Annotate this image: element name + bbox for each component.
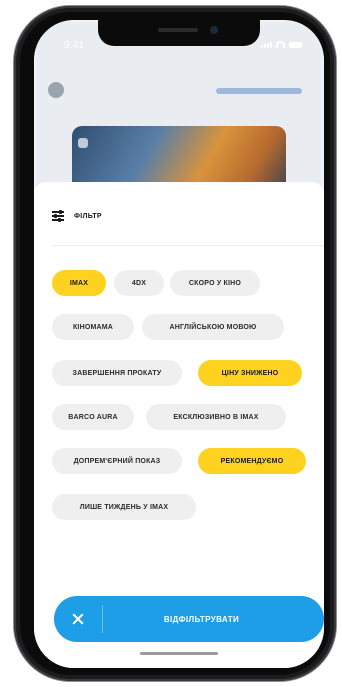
chip-label: КІНОМАМА — [72, 323, 114, 331]
chip-imax-one-week[interactable]: ЛИШЕ ТИЖДЕНЬ У IMAX — [52, 494, 196, 520]
chip-barco-aura[interactable]: BARCO AURA — [52, 404, 134, 430]
speaker-grille — [158, 28, 198, 32]
status-icons — [261, 41, 302, 48]
apply-filter-button[interactable]: ВІДФІЛЬТРУВАТИ — [103, 615, 324, 624]
status-time: 9:41 — [64, 40, 85, 51]
chip-coming-soon[interactable]: СКОРО У КІНО — [170, 270, 260, 296]
chip-label: 4DX — [131, 279, 147, 287]
background-logo-icon — [48, 82, 64, 98]
background-link — [216, 88, 302, 94]
chip-kinomama[interactable]: КІНОМАМА — [52, 314, 134, 340]
chip-label: ДОПРЕМ'ЄРНИЙ ПОКАЗ — [73, 457, 161, 465]
home-indicator — [140, 652, 218, 655]
filter-header: ФІЛЬТР — [52, 210, 102, 222]
phone-screen: 9:41 ФІЛЬТР IMAX 4DX СКОРО У КІНО КІНОМА… — [34, 20, 324, 668]
chip-label: ЕКСКЛЮЗИВНО В IMAX — [173, 413, 259, 421]
chip-recommended[interactable]: РЕКОМЕНДУЄМО — [198, 448, 306, 474]
chip-label: ЛИШЕ ТИЖДЕНЬ У IMAX — [79, 503, 169, 511]
filter-sliders-icon — [52, 210, 64, 222]
chip-exclusive-imax[interactable]: ЕКСКЛЮЗИВНО В IMAX — [146, 404, 286, 430]
chip-discounted[interactable]: ЦІНУ ЗНИЖЕНО — [198, 360, 302, 386]
chip-label: ЦІНУ ЗНИЖЕНО — [221, 369, 279, 377]
apply-filter-bar: ВІДФІЛЬТРУВАТИ — [54, 596, 324, 642]
header-divider — [52, 245, 324, 246]
chip-label: АНГЛІЙСЬКОЮ МОВОЮ — [169, 323, 257, 331]
filter-sheet: ФІЛЬТР IMAX 4DX СКОРО У КІНО КІНОМАМА АН… — [34, 182, 324, 668]
chip-premiere[interactable]: ДОПРЕМ'ЄРНИЙ ПОКАЗ — [52, 448, 182, 474]
notch — [98, 20, 260, 46]
front-camera — [210, 26, 218, 34]
chip-label: РЕКОМЕНДУЄМО — [220, 457, 284, 465]
close-icon — [72, 613, 84, 625]
signal-icon — [261, 41, 272, 48]
chip-label: BARCO AURA — [68, 413, 118, 421]
background-banner-badge — [78, 138, 88, 148]
chip-label: СКОРО У КІНО — [188, 279, 242, 287]
chip-label: IMAX — [69, 279, 89, 287]
wifi-icon — [276, 41, 285, 48]
chip-label: ЗАВЕРШЕННЯ ПРОКАТУ — [72, 369, 162, 377]
clear-filter-button[interactable] — [54, 596, 102, 642]
chip-english[interactable]: АНГЛІЙСЬКОЮ МОВОЮ — [142, 314, 284, 340]
battery-icon — [289, 41, 302, 48]
chip-ending-soon[interactable]: ЗАВЕРШЕННЯ ПРОКАТУ — [52, 360, 182, 386]
chip-4dx[interactable]: 4DX — [114, 270, 164, 296]
filter-title: ФІЛЬТР — [74, 212, 102, 220]
chip-imax[interactable]: IMAX — [52, 270, 106, 296]
